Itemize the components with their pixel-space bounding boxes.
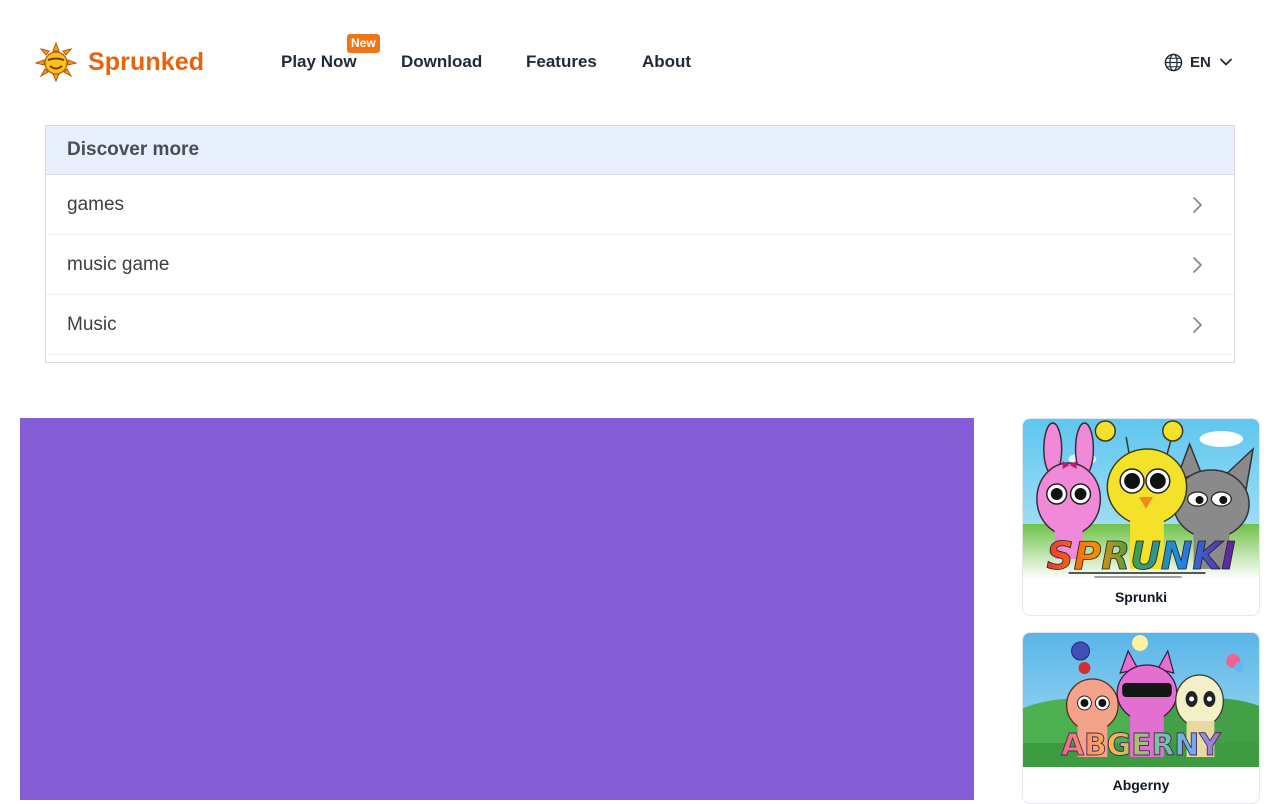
chevron-right-icon <box>1193 256 1202 273</box>
abgerny-thumbnail: ABGERNY <box>1023 633 1259 767</box>
discover-title: Discover more <box>67 139 200 160</box>
language-label: EN <box>1190 53 1211 71</box>
discover-item-label: music game <box>67 253 170 275</box>
chevron-down-icon <box>1219 58 1232 66</box>
chevron-right-icon <box>1193 316 1202 333</box>
card-title: Abgerny <box>1112 777 1170 793</box>
discover-item-games[interactable]: games <box>46 175 1234 235</box>
nav-about[interactable]: About <box>642 50 691 74</box>
discover-item-music[interactable]: Music <box>46 295 1234 355</box>
discover-item-music-game[interactable]: music game <box>46 235 1234 295</box>
abgerny-logo-text: ABGERNY <box>1061 728 1221 763</box>
brand-name: Sprunked <box>88 47 205 76</box>
nav-play-now[interactable]: Play Now <box>281 50 357 74</box>
game-card-abgerny[interactable]: ABGERNY Abgerny <box>1022 632 1260 804</box>
chevron-right-icon <box>1193 196 1202 213</box>
discover-more-panel: Discover more games music game Music <box>45 125 1235 363</box>
discover-item-label: games <box>67 193 125 215</box>
nav-download[interactable]: Download <box>401 50 482 74</box>
discover-header: Discover more <box>46 126 1234 175</box>
language-selector[interactable]: EN <box>1164 50 1233 74</box>
brand-logo[interactable]: Sprunked <box>35 42 204 82</box>
nav-features[interactable]: Features <box>526 50 597 74</box>
site-header: Sprunked Play Now New Download Features … <box>0 0 1280 125</box>
new-badge: New <box>347 34 380 53</box>
sun-mascot-icon <box>35 42 77 82</box>
sprunki-logo-text: SPRUNKI <box>1046 534 1235 578</box>
discover-item-label: Music <box>67 313 117 335</box>
game-card-sprunki[interactable]: SPRUNKI Sprunki <box>1022 418 1260 616</box>
card-title: Sprunki <box>1114 589 1168 605</box>
game-embed-frame[interactable] <box>20 418 974 800</box>
sprunki-thumbnail: SPRUNKI <box>1023 419 1259 579</box>
globe-icon <box>1164 53 1183 71</box>
